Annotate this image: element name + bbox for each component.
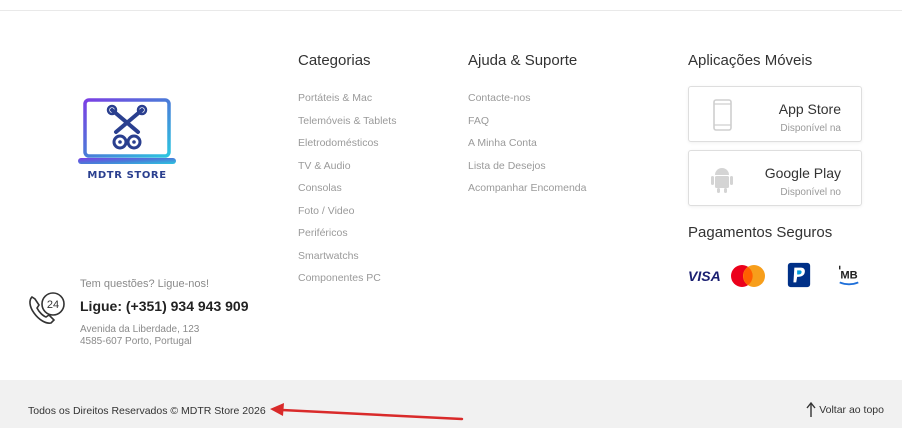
phone-icon-badge: 24 [47,299,59,311]
app-store-sub: Disponível na [780,123,841,134]
category-link[interactable]: Eletrodomésticos [298,136,396,159]
brand-name: MDTR STORE [87,170,167,181]
annotation-arrow-icon [270,403,464,421]
google-play-name: Google Play [764,165,841,181]
visa-text: VISA [688,268,721,284]
support-link[interactable]: FAQ [468,114,587,137]
google-play-button[interactable]: Google Play Disponível no [688,150,862,206]
arrow-up-icon [806,402,816,417]
category-link[interactable]: Smartwatchs [298,249,396,272]
multibanco-text: MB [840,270,857,282]
support-link[interactable]: Contacte-nos [468,91,587,114]
app-store-name: App Store [778,101,841,117]
mastercard-logo [731,265,765,287]
support-link[interactable]: Lista de Desejos [468,159,587,182]
categories-title: Categorias [298,52,371,69]
support-title: Ajuda & Suporte [468,52,578,69]
support-link[interactable]: Acompanhar Encomenda [468,181,587,204]
contact-question: Tem questões? Ligue-nos! [80,278,210,290]
category-link[interactable]: Foto / Video [298,204,396,227]
category-link[interactable]: Telemóveis & Tablets [298,114,396,137]
category-link[interactable]: Portáteis & Mac [298,91,396,114]
store-logo[interactable]: MDTR STORE [76,98,178,188]
category-link[interactable]: Consolas [298,181,396,204]
back-to-top-link[interactable]: Voltar ao topo [806,402,884,418]
address-line-2: 4585-607 Porto, Portugal [80,336,192,347]
paypal-logo [787,262,811,288]
contact-address: Avenida da Liberdade, 123 4585-607 Porto… [80,324,199,348]
copyright-text: Todos os Direitos Reservados © MDTR Stor… [28,405,266,417]
address-line-1: Avenida da Liberdade, 123 [80,324,200,335]
back-to-top-label: Voltar ao topo [819,404,884,416]
category-link[interactable]: TV & Audio [298,159,396,182]
google-play-sub: Disponível no [780,187,841,198]
app-store-button[interactable]: App Store Disponível na [688,86,862,142]
apps-title: Aplicações Móveis [688,52,813,69]
support-list: Contacte-nos FAQ A Minha Conta Lista de … [468,91,587,204]
phone-24-icon: 24 [29,292,65,324]
support-link[interactable]: A Minha Conta [468,136,587,159]
visa-logo-icon: VISA [688,268,721,284]
visa-logo: VISA [688,268,724,294]
multibanco-logo: MB [839,265,859,286]
top-divider [0,10,902,11]
category-link[interactable]: Componentes PC [298,271,396,294]
contact-phone[interactable]: Ligue: (+351) 934 943 909 [80,298,249,314]
payments-title: Pagamentos Seguros [688,224,833,241]
categories-list: Portáteis & Mac Telemóveis & Tablets Ele… [298,91,396,294]
smartphone-icon [713,99,732,131]
category-link[interactable]: Periféricos [298,226,396,249]
laptop-tools-logo-icon [78,98,176,164]
android-icon [711,168,733,193]
